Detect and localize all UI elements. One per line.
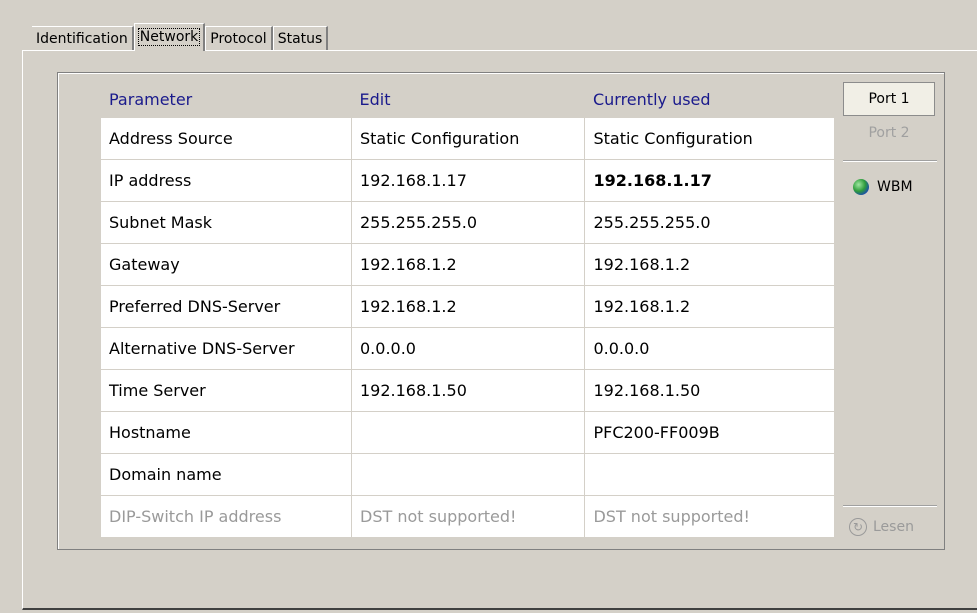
table-header-row: Parameter Edit Currently used (101, 80, 835, 118)
table-row: Domain name (101, 453, 835, 496)
tab-strip: Identification Network Protocol Status (32, 22, 329, 51)
param-subnet-mask: Subnet Mask (101, 201, 352, 244)
param-domain-name: Domain name (101, 453, 352, 496)
header-parameter: Parameter (101, 80, 352, 118)
edit-preferred-dns[interactable]: 192.168.1.2 (351, 285, 586, 328)
current-time-server: 192.168.1.50 (584, 369, 835, 412)
sidebar-divider (843, 505, 937, 507)
param-gateway: Gateway (101, 243, 352, 286)
param-dip-switch-ip: DIP-Switch IP address (101, 495, 352, 538)
table-row: Subnet Mask 255.255.255.0 255.255.255.0 (101, 201, 835, 244)
edit-domain-name[interactable] (351, 453, 586, 496)
table-row: DIP-Switch IP address DST not supported!… (101, 495, 835, 538)
port-sidebar: Port 1 Port 2 WBM ↻ Lesen (835, 80, 945, 550)
port-2-button[interactable]: Port 2 (843, 120, 935, 146)
edit-gateway[interactable]: 192.168.1.2 (351, 243, 586, 286)
param-ip-address: IP address (101, 159, 352, 202)
current-dip-switch-ip: DST not supported! (584, 495, 835, 538)
current-address-source: Static Configuration (584, 118, 835, 160)
port-1-button[interactable]: Port 1 (843, 82, 935, 116)
network-settings-table: Parameter Edit Currently used Address So… (101, 80, 835, 538)
tab-network-label: Network (137, 28, 201, 46)
edit-alternative-dns[interactable]: 0.0.0.0 (351, 327, 586, 370)
edit-hostname[interactable] (351, 411, 586, 454)
current-ip-address: 192.168.1.17 (584, 159, 835, 202)
tab-status[interactable]: Status (272, 26, 329, 50)
sidebar-divider (843, 160, 937, 162)
tab-identification[interactable]: Identification (32, 26, 134, 50)
header-currently-used: Currently used (584, 80, 835, 118)
edit-ip-address[interactable]: 192.168.1.17 (351, 159, 586, 202)
current-preferred-dns: 192.168.1.2 (584, 285, 835, 328)
edit-subnet-mask[interactable]: 255.255.255.0 (351, 201, 586, 244)
current-alternative-dns: 0.0.0.0 (584, 327, 835, 370)
read-button[interactable]: ↻ Lesen (849, 515, 914, 539)
current-domain-name (584, 453, 835, 496)
param-alternative-dns: Alternative DNS-Server (101, 327, 352, 370)
wbm-label: WBM (877, 179, 913, 195)
tab-protocol[interactable]: Protocol (205, 26, 273, 50)
refresh-icon: ↻ (849, 518, 867, 536)
table-row: Address Source Static Configuration Stat… (101, 118, 835, 160)
wbm-link[interactable]: WBM (853, 176, 913, 198)
param-address-source: Address Source (101, 118, 352, 160)
edit-time-server[interactable]: 192.168.1.50 (351, 369, 586, 412)
current-hostname: PFC200-FF009B (584, 411, 835, 454)
table-row: IP address 192.168.1.17 192.168.1.17 (101, 159, 835, 202)
table-row: Hostname PFC200-FF009B (101, 411, 835, 454)
read-label: Lesen (873, 519, 914, 535)
param-time-server: Time Server (101, 369, 352, 412)
edit-dip-switch-ip: DST not supported! (351, 495, 586, 538)
current-subnet-mask: 255.255.255.0 (584, 201, 835, 244)
header-edit: Edit (351, 80, 585, 118)
tab-network[interactable]: Network (133, 23, 206, 51)
table-row: Alternative DNS-Server 0.0.0.0 0.0.0.0 (101, 327, 835, 370)
table-row: Time Server 192.168.1.50 192.168.1.50 (101, 369, 835, 412)
param-preferred-dns: Preferred DNS-Server (101, 285, 352, 328)
globe-icon (853, 179, 869, 195)
edit-address-source[interactable]: Static Configuration (351, 118, 586, 160)
current-gateway: 192.168.1.2 (584, 243, 835, 286)
param-hostname: Hostname (101, 411, 352, 454)
table-row: Gateway 192.168.1.2 192.168.1.2 (101, 243, 835, 286)
table-row: Preferred DNS-Server 192.168.1.2 192.168… (101, 285, 835, 328)
